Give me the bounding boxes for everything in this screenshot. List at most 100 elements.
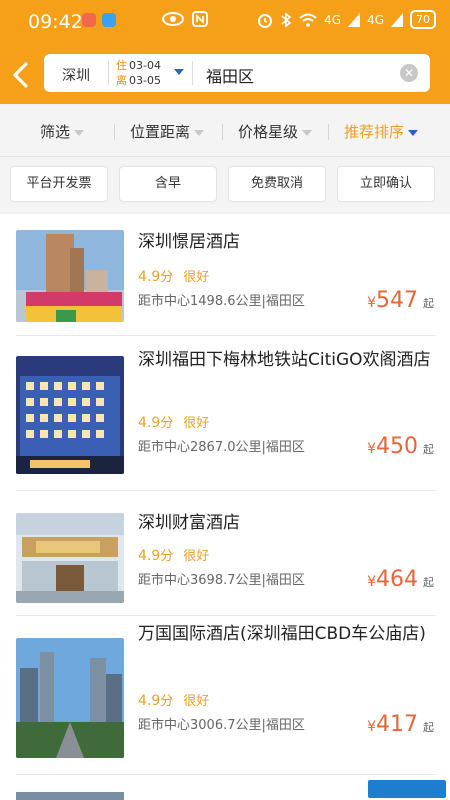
divider [16, 774, 436, 775]
hotel-price: ¥450 起 [367, 434, 434, 459]
hotel-card[interactable]: 深圳憬居酒店 4.9分 很好 距市中心1498.6公里|福田区 ¥547 起 [0, 214, 450, 336]
chevron-down-icon [194, 129, 205, 136]
hotel-card[interactable]: 深圳财富酒店 4.9分 很好 距市中心3698.7公里|福田区 ¥464 起 [0, 491, 450, 615]
filter-location-label: 位置距离 [130, 123, 191, 141]
filter-sort-label: 推荐排序 [344, 123, 405, 141]
rating-label: 很好 [183, 549, 210, 564]
wifi-icon [299, 13, 317, 27]
currency: ¥ [367, 574, 376, 590]
notification-app-icon [82, 13, 96, 27]
filter-price-star[interactable]: 价格星级 [238, 121, 313, 142]
watermark-logo [368, 780, 446, 798]
hotel-card[interactable]: 万国国际酒店(深圳福田CBD车公庙店) 4.9分 很好 距市中心3006.7公里|… [0, 616, 450, 766]
score-unit: 分 [160, 416, 174, 431]
hotel-name: 深圳财富酒店 [138, 513, 240, 533]
divider [222, 124, 223, 140]
bluetooth-icon [281, 11, 292, 28]
status-left-icons [162, 11, 208, 27]
rating-label: 很好 [183, 694, 210, 709]
score-unit: 分 [160, 694, 174, 709]
chevron-down-icon [302, 129, 313, 136]
hotel-distance: 距市中心1498.6公里|福田区 [138, 294, 305, 309]
currency: ¥ [367, 295, 376, 311]
filter-price-star-label: 价格星级 [238, 123, 299, 141]
nfc-icon [192, 11, 208, 27]
price-suffix: 起 [423, 297, 434, 310]
clear-icon[interactable]: ✕ [400, 64, 418, 82]
filter-bar: 筛选 位置距离 价格星级 推荐排序 [0, 104, 450, 157]
tag-instant-confirm[interactable]: 立即确认 [337, 166, 435, 202]
divider [108, 61, 109, 85]
status-time: 09:42 [28, 11, 83, 33]
hotel-name: 万国国际酒店(深圳福田CBD车公庙店) [138, 624, 426, 644]
tag-invoice[interactable]: 平台开发票 [10, 166, 108, 202]
score-unit: 分 [160, 270, 174, 285]
hotel-name: 深圳憬居酒店 [138, 232, 240, 252]
status-bar: 09:42 4G 4G 70 [0, 0, 450, 40]
signal-2-label: 4G [367, 12, 384, 27]
battery-icon: 70 [410, 10, 436, 29]
search-input[interactable]: 福田区 [206, 63, 254, 87]
hotel-list: 深圳憬居酒店 4.9分 很好 距市中心1498.6公里|福田区 ¥547 起 深圳福… [0, 214, 450, 800]
hotel-photo [16, 792, 124, 800]
score-value: 4.9 [138, 548, 161, 564]
rating-label: 很好 [183, 416, 210, 431]
city-selector[interactable]: 深圳 [62, 65, 90, 85]
divider [114, 124, 115, 140]
search-box[interactable]: 深圳 住 03-04 离 03-05 福田区 ✕ [44, 54, 430, 92]
price-value: 450 [376, 434, 418, 459]
hotel-score: 4.9分 很好 [138, 266, 209, 285]
filter-screen[interactable]: 筛选 [40, 121, 85, 142]
checkin-date: 03-04 [129, 59, 161, 72]
filter-screen-label: 筛选 [40, 123, 71, 141]
signal-1-icon [348, 12, 361, 27]
tag-free-cancel[interactable]: 免费取消 [228, 166, 326, 202]
hotel-card[interactable]: 深圳福田下梅林地铁站CitiGO欢阁酒店 4.9分 很好 距市中心2867.0公里… [0, 336, 450, 490]
price-value: 547 [376, 288, 418, 313]
hotel-photo [16, 356, 124, 474]
hotel-distance: 距市中心3006.7公里|福田区 [138, 718, 305, 733]
hotel-distance: 距市中心2867.0公里|福田区 [138, 440, 305, 455]
divider [192, 61, 193, 85]
alarm-icon [258, 13, 273, 28]
price-value: 417 [376, 712, 418, 737]
status-right-icons: 4G 4G 70 [257, 10, 436, 29]
hotel-distance: 距市中心3698.7公里|福田区 [138, 573, 305, 588]
price-value: 464 [376, 567, 418, 592]
date-selector[interactable]: 住 03-04 离 03-05 [116, 58, 161, 88]
filter-sort[interactable]: 推荐排序 [344, 121, 419, 142]
price-suffix: 起 [423, 443, 434, 456]
checkout-key: 离 [116, 74, 127, 87]
back-arrow-icon[interactable] [8, 60, 34, 90]
score-value: 4.9 [138, 415, 161, 431]
filter-location[interactable]: 位置距离 [130, 121, 205, 142]
score-value: 4.9 [138, 693, 161, 709]
checkout-date: 03-05 [129, 74, 161, 87]
date-caret-icon [174, 69, 184, 75]
checkin-key: 住 [116, 59, 127, 72]
divider [328, 124, 329, 140]
quick-tags: 平台开发票 含早 免费取消 立即确认 [0, 157, 450, 211]
hotel-photo [16, 513, 124, 603]
price-suffix: 起 [423, 721, 434, 734]
hotel-price: ¥547 起 [367, 288, 434, 313]
eye-icon [162, 12, 184, 26]
score-unit: 分 [160, 549, 174, 564]
hotel-price: ¥464 起 [367, 567, 434, 592]
notification-chat-icon [102, 13, 116, 27]
hotel-photo [16, 638, 124, 758]
chevron-down-icon [74, 129, 85, 136]
hotel-price: ¥417 起 [367, 712, 434, 737]
price-suffix: 起 [423, 576, 434, 589]
rating-label: 很好 [183, 270, 210, 285]
hotel-score: 4.9分 很好 [138, 690, 209, 709]
hotel-score: 4.9分 很好 [138, 545, 209, 564]
score-value: 4.9 [138, 269, 161, 285]
currency: ¥ [367, 719, 376, 735]
signal-1-label: 4G [324, 12, 342, 27]
chevron-down-icon [408, 129, 419, 136]
top-bar: 09:42 4G 4G 70 深圳 住 03-04 离 03-05 福田区 ✕ [0, 0, 450, 104]
hotel-name: 深圳福田下梅林地铁站CitiGO欢阁酒店 [138, 350, 431, 370]
tag-breakfast[interactable]: 含早 [119, 166, 217, 202]
hotel-score: 4.9分 很好 [138, 412, 209, 431]
